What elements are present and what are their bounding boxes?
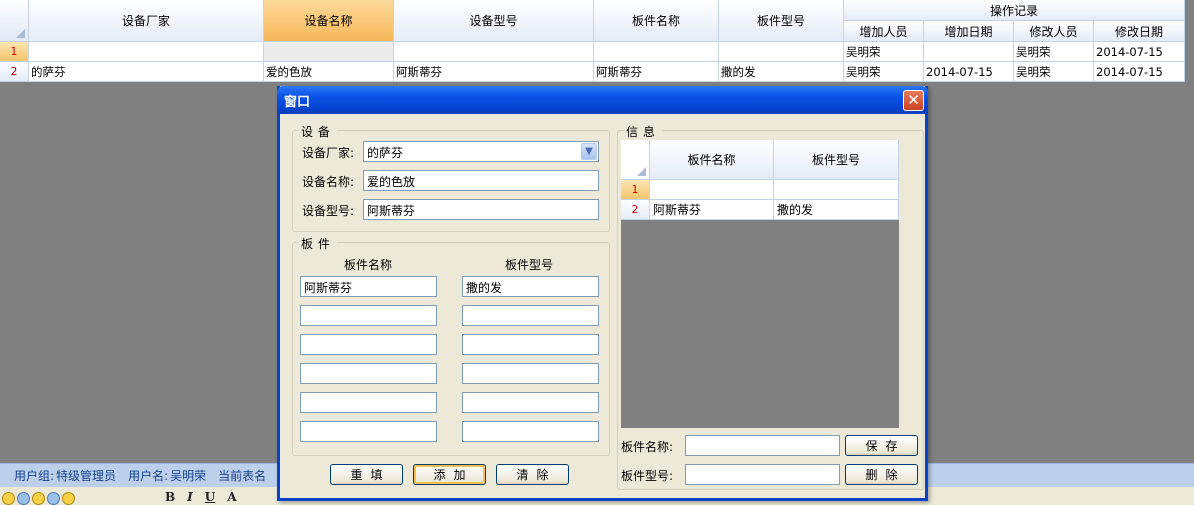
board-name-input-2[interactable] bbox=[300, 305, 437, 326]
info-data-grid[interactable]: 板件名称 板件型号 1 2 阿斯蒂芬 撒的发 bbox=[621, 140, 899, 428]
table-cell[interactable]: 2014-07-15 bbox=[1094, 62, 1185, 82]
font-size-button[interactable]: A bbox=[227, 489, 236, 505]
user-name-value: 吴明荣 bbox=[170, 469, 207, 483]
board-model-input-5[interactable] bbox=[462, 392, 599, 413]
col-header-board-name[interactable]: 板件名称 bbox=[594, 0, 719, 42]
col-header-board-model[interactable]: 板件型号 bbox=[719, 0, 844, 42]
col-header-added-date[interactable]: 增加日期 bbox=[924, 21, 1014, 42]
close-icon: ✕ bbox=[907, 91, 920, 109]
table-cell[interactable] bbox=[594, 42, 719, 62]
board-model-input-2[interactable] bbox=[462, 305, 599, 326]
col-header-added-by[interactable]: 增加人员 bbox=[844, 21, 924, 42]
board-model-input-4[interactable] bbox=[462, 363, 599, 384]
table-cell[interactable] bbox=[924, 42, 1014, 62]
table-cell[interactable]: 的萨芬 bbox=[29, 62, 264, 82]
smiley-icon[interactable] bbox=[2, 492, 15, 505]
current-table-label: 当前表名 bbox=[218, 469, 267, 483]
board-name-input-3[interactable] bbox=[300, 334, 437, 355]
user-name-label: 用户名: bbox=[128, 469, 169, 483]
main-data-grid[interactable]: 设备厂家 设备名称 设备型号 板件名称 板件型号 操作记录 增加人员 增加日期 … bbox=[0, 0, 1185, 82]
table-cell[interactable] bbox=[29, 42, 264, 62]
grid-select-all-corner[interactable] bbox=[0, 0, 29, 42]
info-board-name-input[interactable] bbox=[685, 435, 840, 456]
device-model-label: 设备型号: bbox=[302, 204, 355, 218]
row-number[interactable]: 2 bbox=[0, 62, 29, 82]
col-group-header-operation-log: 操作记录 bbox=[844, 0, 1185, 21]
bold-button[interactable]: B bbox=[165, 489, 175, 505]
table-cell[interactable] bbox=[774, 180, 899, 200]
device-maker-label: 设备厂家: bbox=[302, 146, 355, 160]
info-board-name-label: 板件名称: bbox=[621, 440, 674, 454]
board-model-input-1[interactable]: 撒的发 bbox=[462, 276, 599, 297]
board-section-legend: 板件 bbox=[299, 235, 338, 252]
device-section-legend: 设备 bbox=[299, 123, 338, 140]
info-col-header-board-name[interactable]: 板件名称 bbox=[650, 140, 774, 180]
board-name-input-6[interactable] bbox=[300, 421, 437, 442]
underline-button[interactable]: U bbox=[205, 489, 215, 505]
table-cell[interactable]: 撒的发 bbox=[719, 62, 844, 82]
board-model-input-3[interactable] bbox=[462, 334, 599, 355]
chevron-down-icon[interactable]: ▼ bbox=[581, 143, 597, 160]
board-model-input-6[interactable] bbox=[462, 421, 599, 442]
info-col-header-board-model[interactable]: 板件型号 bbox=[774, 140, 899, 180]
device-name-label: 设备名称: bbox=[302, 175, 355, 189]
board-name-input-5[interactable] bbox=[300, 392, 437, 413]
italic-button[interactable]: I bbox=[187, 489, 193, 505]
add-button[interactable]: 添加 bbox=[413, 464, 486, 485]
device-maker-value: 的萨芬 bbox=[367, 146, 404, 160]
dialog-title: 窗口 bbox=[284, 94, 311, 110]
table-cell[interactable]: 阿斯蒂芬 bbox=[594, 62, 719, 82]
table-cell[interactable]: 2014-07-15 bbox=[924, 62, 1014, 82]
table-cell[interactable] bbox=[394, 42, 594, 62]
row-number[interactable]: 1 bbox=[0, 42, 29, 62]
save-button[interactable]: 保存 bbox=[845, 435, 918, 456]
user-group-label: 用户组: bbox=[14, 469, 55, 483]
board-name-column-label: 板件名称 bbox=[344, 258, 393, 272]
table-cell[interactable] bbox=[719, 42, 844, 62]
table-cell[interactable]: 吴明荣 bbox=[844, 42, 924, 62]
info-section-legend: 信息 bbox=[624, 123, 663, 140]
col-header-modified-date[interactable]: 修改日期 bbox=[1094, 21, 1185, 42]
table-cell[interactable]: 爱的色放 bbox=[264, 62, 394, 82]
board-model-column-label: 板件型号 bbox=[505, 258, 554, 272]
reset-button[interactable]: 重填 bbox=[330, 464, 403, 485]
table-cell[interactable]: 吴明荣 bbox=[1014, 42, 1094, 62]
close-button[interactable]: ✕ bbox=[903, 90, 924, 111]
table-cell[interactable]: 吴明荣 bbox=[844, 62, 924, 82]
device-name-input[interactable]: 爱的色放 bbox=[363, 170, 599, 191]
user-group-value: 特级管理员 bbox=[56, 469, 117, 483]
grid-select-all-corner[interactable] bbox=[621, 140, 650, 180]
table-cell[interactable] bbox=[650, 180, 774, 200]
col-header-maker[interactable]: 设备厂家 bbox=[29, 0, 264, 42]
emoticon-icon[interactable] bbox=[47, 492, 60, 505]
clear-button[interactable]: 清除 bbox=[496, 464, 569, 485]
info-board-model-label: 板件型号: bbox=[621, 469, 674, 483]
smiley-icon[interactable] bbox=[62, 492, 75, 505]
window-dialog: 窗口 ✕ 设备 设备厂家: 的萨芬 ▼ 设备名称: 爱的色放 设备型号: 阿斯蒂… bbox=[277, 86, 928, 501]
board-name-input-1[interactable]: 阿斯蒂芬 bbox=[300, 276, 437, 297]
table-cell[interactable]: 撒的发 bbox=[774, 200, 899, 220]
row-number[interactable]: 1 bbox=[621, 180, 650, 200]
table-cell[interactable]: 阿斯蒂芬 bbox=[394, 62, 594, 82]
smiley-icon[interactable] bbox=[32, 492, 45, 505]
emoticon-icon[interactable] bbox=[17, 492, 30, 505]
table-cell[interactable]: 吴明荣 bbox=[1014, 62, 1094, 82]
col-header-modified-by[interactable]: 修改人员 bbox=[1014, 21, 1094, 42]
table-cell[interactable]: 2014-07-15 bbox=[1094, 42, 1185, 62]
row-number[interactable]: 2 bbox=[621, 200, 650, 220]
device-model-input[interactable]: 阿斯蒂芬 bbox=[363, 199, 599, 220]
col-header-device-name[interactable]: 设备名称 bbox=[264, 0, 394, 42]
info-board-model-input[interactable] bbox=[685, 464, 840, 485]
delete-button[interactable]: 删除 bbox=[845, 464, 918, 485]
col-header-device-model[interactable]: 设备型号 bbox=[394, 0, 594, 42]
device-maker-combo[interactable]: 的萨芬 ▼ bbox=[363, 141, 599, 162]
table-cell[interactable]: 阿斯蒂芬 bbox=[650, 200, 774, 220]
board-name-input-4[interactable] bbox=[300, 363, 437, 384]
dialog-titlebar[interactable]: 窗口 ✕ bbox=[277, 86, 928, 114]
table-cell[interactable] bbox=[264, 42, 394, 62]
